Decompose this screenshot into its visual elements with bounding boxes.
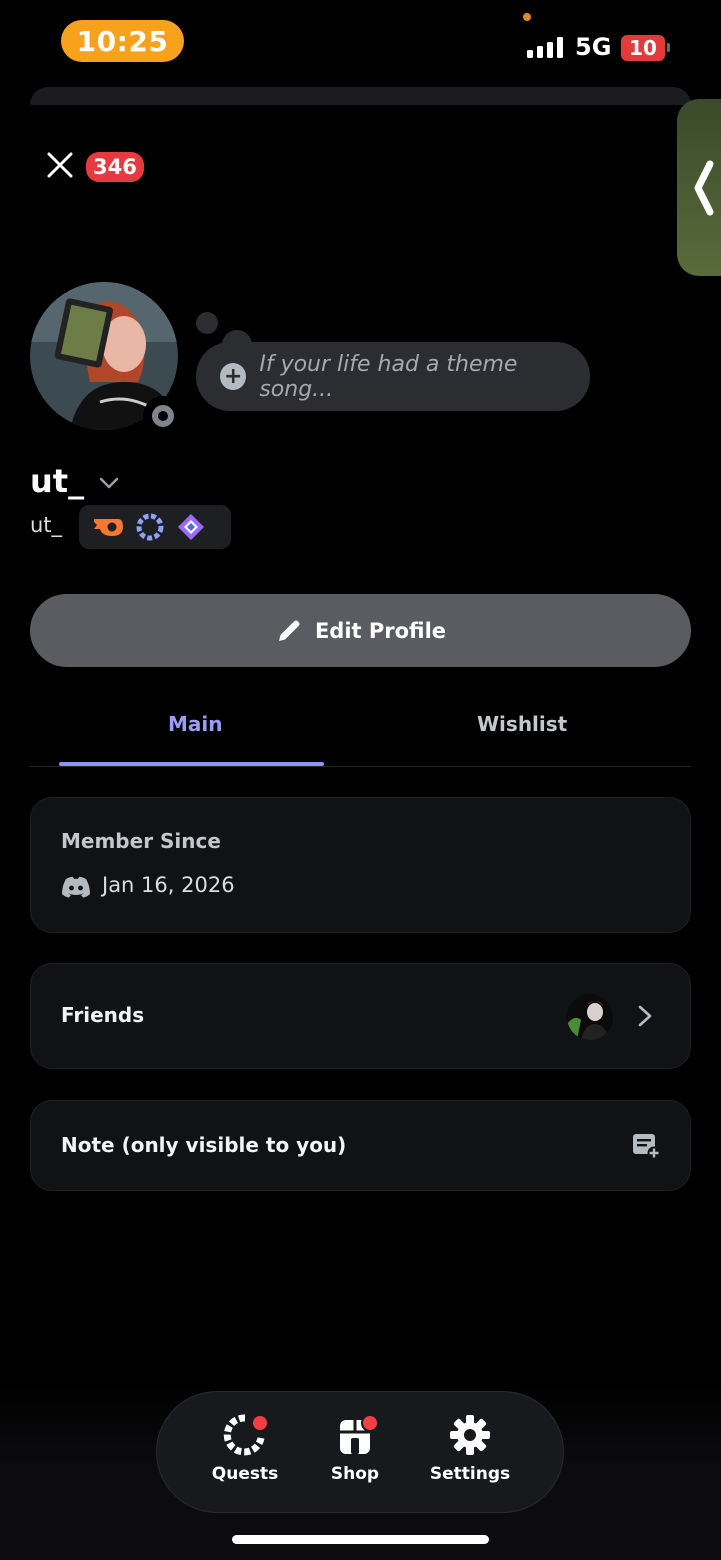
nav-shop[interactable]: Shop: [324, 1414, 386, 1484]
notification-dot: [251, 1414, 269, 1432]
member-since-title: Member Since: [61, 829, 221, 853]
chevron-down-icon[interactable]: [98, 472, 120, 494]
discord-logo-icon: [62, 876, 90, 898]
member-since-card: [30, 797, 691, 933]
custom-status-button[interactable]: + If your life had a theme song...: [196, 342, 590, 411]
nav-settings[interactable]: Settings: [430, 1414, 510, 1484]
friends-label: Friends: [61, 1003, 145, 1027]
close-icon[interactable]: [44, 149, 76, 181]
nav-quests-label: Quests: [211, 1464, 279, 1484]
plus-icon: +: [220, 363, 247, 390]
battery-level: 10: [629, 36, 657, 60]
nav-shop-label: Shop: [330, 1464, 380, 1484]
gear-icon: [450, 1415, 490, 1455]
add-note-icon[interactable]: [631, 1131, 661, 1161]
tab-main[interactable]: Main: [168, 712, 223, 736]
notification-dot: [361, 1414, 379, 1432]
display-name: ut_: [30, 462, 85, 500]
nav-settings-label: Settings: [429, 1464, 511, 1484]
note-label: Note (only visible to you): [61, 1133, 347, 1157]
friend-avatar: [567, 994, 613, 1040]
pencil-icon: [278, 620, 300, 641]
privacy-indicator-dot: [523, 13, 531, 21]
edit-profile-label: Edit Profile: [314, 618, 447, 643]
nitro-badge-icon[interactable]: [134, 511, 166, 543]
chevron-left-icon: [694, 160, 714, 216]
signal-icon: [527, 36, 563, 58]
tab-divider: [30, 766, 691, 767]
sheet-mask: [30, 105, 691, 145]
tab-wishlist[interactable]: Wishlist: [477, 712, 567, 736]
presence-status-icon: [143, 396, 183, 436]
quest-badge-icon[interactable]: [176, 512, 206, 542]
edit-profile-button[interactable]: Edit Profile: [30, 594, 691, 667]
member-since-date: Jan 16, 2026: [102, 873, 235, 897]
battery-tip: [667, 43, 670, 52]
chevron-right-icon: [638, 1005, 652, 1027]
notification-badge: 346: [84, 150, 146, 184]
profile-badges: [79, 505, 231, 549]
thought-bubble-dot: [196, 312, 218, 334]
battery-icon: 10: [621, 35, 665, 61]
nav-quests[interactable]: Quests: [211, 1414, 279, 1484]
network-type: 5G: [575, 33, 612, 61]
custom-status-placeholder: If your life had a theme song...: [259, 351, 518, 402]
status-time: 10:25: [61, 20, 184, 62]
hypesquad-icon[interactable]: [92, 514, 124, 540]
username: ut_: [30, 513, 63, 537]
home-indicator[interactable]: [232, 1535, 489, 1544]
